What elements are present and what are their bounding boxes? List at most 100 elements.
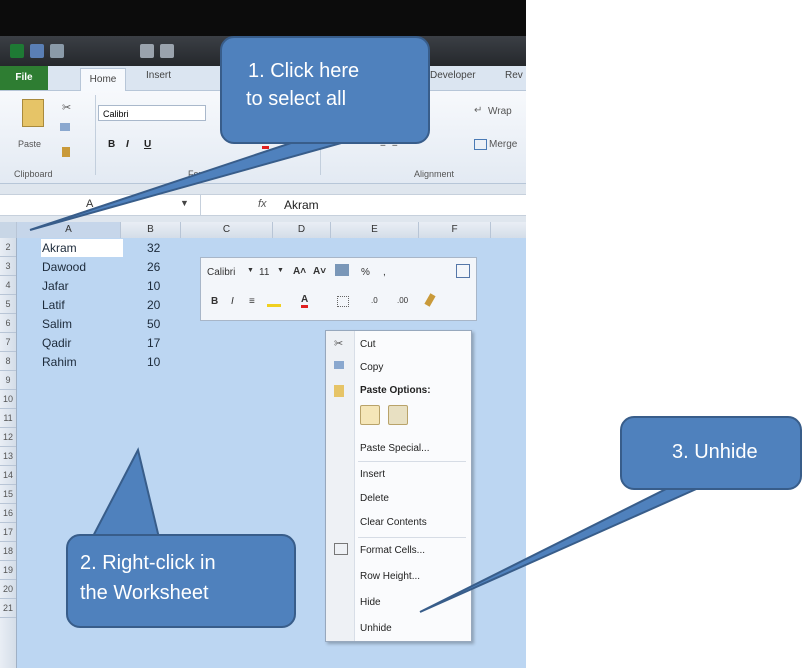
menu-item-unhide[interactable]: Unhide: [360, 623, 392, 634]
cell-value[interactable]: 32: [147, 241, 160, 255]
cell-name[interactable]: Akram: [42, 241, 77, 255]
fill-color-icon[interactable]: [267, 294, 281, 307]
row-header[interactable]: 5: [0, 295, 16, 314]
mini-toolbar-row-2: B I ≡ A .0 .00: [201, 288, 476, 318]
merge-button[interactable]: Merge: [489, 139, 517, 150]
chevron-down-icon[interactable]: ▼: [180, 198, 189, 208]
percent-icon[interactable]: %: [361, 267, 370, 278]
italic-icon[interactable]: I: [126, 139, 129, 150]
comma-style-icon[interactable]: ,: [383, 267, 386, 278]
paste-option-icon[interactable]: [360, 405, 380, 425]
cell-value[interactable]: 10: [147, 355, 160, 369]
wrap-text-button[interactable]: Wrap: [488, 106, 512, 117]
cell-value[interactable]: 26: [147, 260, 160, 274]
row-header[interactable]: 12: [0, 428, 16, 447]
menu-item-hide[interactable]: Hide: [360, 597, 381, 608]
row-header[interactable]: 2: [0, 238, 16, 257]
menu-item-paste-special[interactable]: Paste Special...: [360, 443, 429, 454]
format-painter-icon[interactable]: [62, 147, 70, 157]
shrink-font-icon[interactable]: A˅: [313, 266, 326, 277]
format-painter-icon[interactable]: [456, 264, 470, 278]
row-header[interactable]: 21: [0, 599, 16, 618]
mini-font-box[interactable]: Calibri: [207, 267, 235, 278]
column-header[interactable]: B: [121, 222, 181, 238]
row-header[interactable]: 14: [0, 466, 16, 485]
cell-name[interactable]: Qadir: [42, 336, 71, 350]
wrap-text-icon[interactable]: ↵: [474, 105, 482, 116]
grow-font-icon[interactable]: A˄: [293, 266, 306, 277]
row-header[interactable]: 16: [0, 504, 16, 523]
menu-item-row-height[interactable]: Row Height...: [360, 571, 420, 582]
row-header[interactable]: 11: [0, 409, 16, 428]
cell-name[interactable]: Salim: [42, 317, 72, 331]
borders-icon[interactable]: [337, 296, 349, 307]
column-header[interactable]: A: [17, 222, 121, 238]
menu-item-cut[interactable]: Cut: [360, 339, 376, 350]
cut-icon[interactable]: ✂: [62, 101, 71, 114]
increase-decimal-icon[interactable]: .0: [371, 296, 378, 305]
column-header[interactable]: D: [273, 222, 331, 238]
row-header[interactable]: 7: [0, 333, 16, 352]
paintbrush-icon[interactable]: [424, 293, 436, 307]
merge-icon[interactable]: [474, 139, 487, 150]
row-header[interactable]: 17: [0, 523, 16, 542]
cell-value[interactable]: 50: [147, 317, 160, 331]
menu-item-copy[interactable]: Copy: [360, 362, 383, 373]
tab-developer[interactable]: Developer: [430, 70, 476, 81]
row-header[interactable]: 18: [0, 542, 16, 561]
cell-name[interactable]: Dawood: [42, 260, 86, 274]
cell-value[interactable]: 17: [147, 336, 160, 350]
tab-insert[interactable]: Insert: [146, 70, 171, 81]
row-header[interactable]: 4: [0, 276, 16, 295]
undo-icon[interactable]: [50, 44, 64, 58]
column-header[interactable]: E: [331, 222, 419, 238]
menu-item-insert[interactable]: Insert: [360, 469, 385, 480]
bold-icon[interactable]: B: [211, 296, 218, 307]
cell-value[interactable]: 10: [147, 279, 160, 293]
tab-home[interactable]: Home: [80, 68, 126, 91]
column-header[interactable]: F: [419, 222, 491, 238]
cell-name[interactable]: Jafar: [42, 279, 69, 293]
save-icon[interactable]: [30, 44, 44, 58]
quick-access-icon[interactable]: [140, 44, 154, 58]
quick-access-icon[interactable]: [160, 44, 174, 58]
select-all-corner[interactable]: [0, 222, 17, 238]
menu-item-delete[interactable]: Delete: [360, 493, 389, 504]
row-header[interactable]: 8: [0, 352, 16, 371]
formula-input[interactable]: Akram: [284, 198, 319, 212]
cell-name[interactable]: Latif: [42, 298, 65, 312]
row-header[interactable]: 19: [0, 561, 16, 580]
cell-value[interactable]: 20: [147, 298, 160, 312]
row-header[interactable]: 3: [0, 257, 16, 276]
column-header[interactable]: C: [181, 222, 273, 238]
row-header[interactable]: 9: [0, 371, 16, 390]
underline-icon[interactable]: U: [144, 139, 151, 150]
copy-icon[interactable]: [60, 123, 70, 131]
cell-name[interactable]: Rahim: [42, 355, 77, 369]
decrease-decimal-icon[interactable]: .00: [397, 296, 408, 305]
paste-button[interactable]: Paste: [18, 139, 41, 149]
name-box[interactable]: A ▼: [0, 195, 201, 215]
font-name-box[interactable]: Calibri: [98, 105, 206, 121]
paste-values-icon[interactable]: [388, 405, 408, 425]
row-header[interactable]: 13: [0, 447, 16, 466]
tab-file[interactable]: File: [0, 66, 48, 90]
row-header[interactable]: 10: [0, 390, 16, 409]
bold-icon[interactable]: B: [108, 139, 115, 150]
tab-review[interactable]: Rev: [505, 70, 523, 81]
mini-size-box[interactable]: 11: [259, 267, 269, 278]
fx-icon[interactable]: fx: [258, 198, 267, 210]
align-center-icon[interactable]: ≡: [249, 296, 255, 307]
paste-icon[interactable]: [22, 99, 44, 127]
italic-icon[interactable]: I: [231, 296, 234, 307]
row-header[interactable]: 20: [0, 580, 16, 599]
row-header[interactable]: 6: [0, 314, 16, 333]
font-color-icon[interactable]: A: [301, 294, 309, 308]
callout-step-1-line-1: 1. Click here: [248, 60, 360, 82]
chevron-down-icon[interactable]: ▼: [247, 267, 254, 274]
row-header[interactable]: 15: [0, 485, 16, 504]
accounting-format-icon[interactable]: [335, 264, 349, 276]
menu-item-format-cells[interactable]: Format Cells...: [360, 545, 425, 556]
chevron-down-icon[interactable]: ▼: [277, 267, 284, 274]
menu-item-clear-contents[interactable]: Clear Contents: [360, 517, 427, 528]
